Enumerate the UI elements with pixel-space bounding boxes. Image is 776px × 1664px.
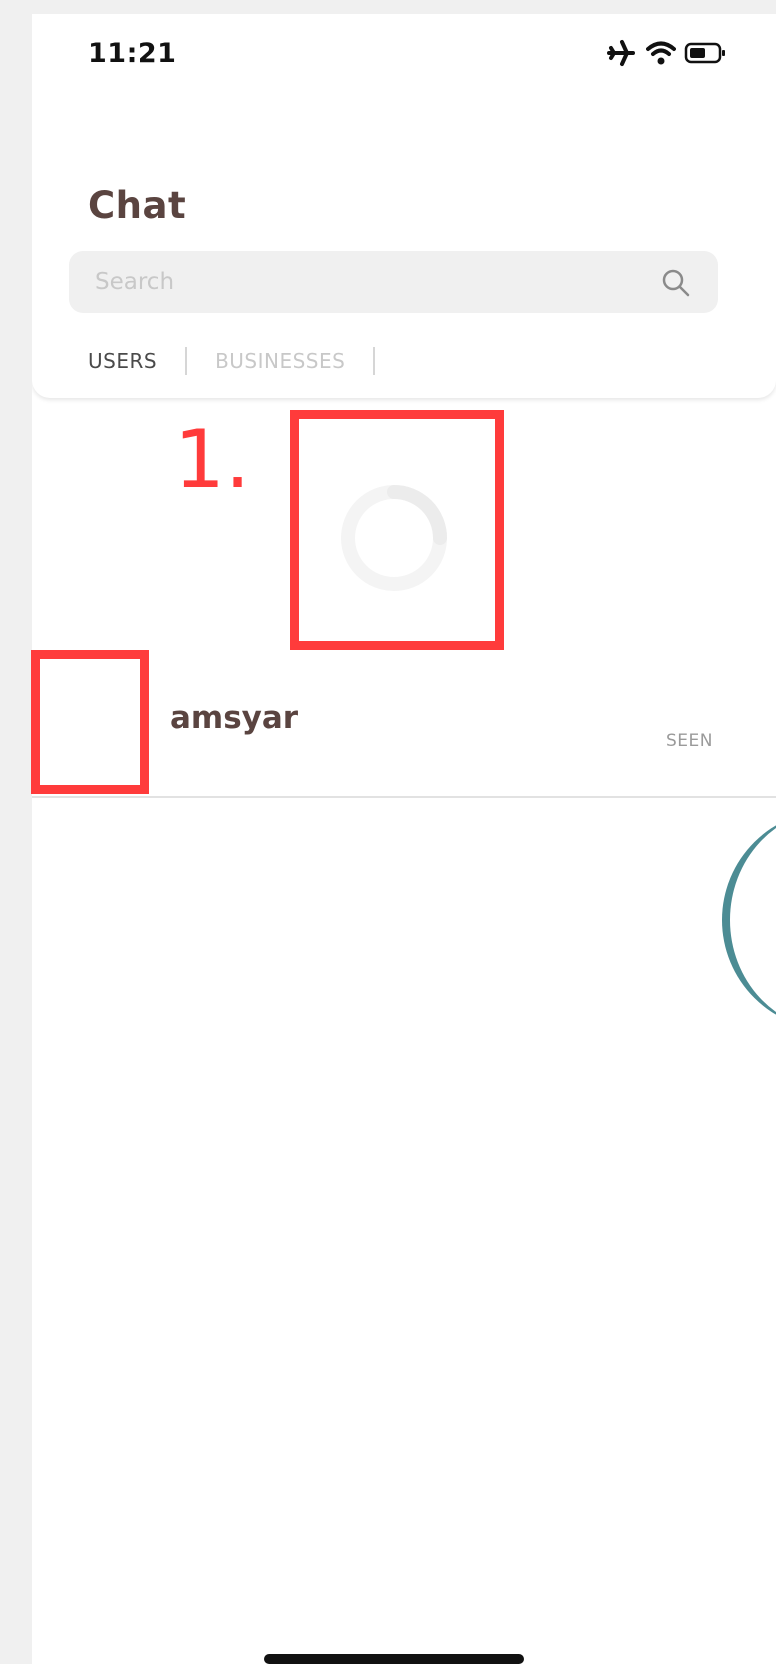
floating-action-button[interactable] bbox=[722, 810, 776, 1030]
page-title: Chat bbox=[88, 184, 187, 227]
tab-users[interactable]: USERS bbox=[88, 349, 157, 373]
battery-icon bbox=[684, 41, 726, 70]
search-bar[interactable] bbox=[69, 251, 718, 313]
status-bar-icons bbox=[606, 39, 726, 72]
header-card: 11:21 Chat Search USERS BUSINESSES bbox=[32, 14, 776, 398]
wifi-icon bbox=[646, 40, 676, 71]
status-bar-time: 11:21 bbox=[88, 38, 177, 69]
tab-businesses[interactable]: BUSINESSES bbox=[215, 349, 345, 373]
phone-screen: 11:21 Chat Search USERS BUSINESSES amsya… bbox=[32, 14, 776, 1664]
contact-name: amsyar bbox=[170, 700, 299, 736]
tab-divider bbox=[373, 347, 376, 375]
annotation-label-2: . bbox=[0, 650, 4, 714]
search-input[interactable] bbox=[95, 251, 635, 313]
airplane-icon bbox=[606, 39, 636, 72]
read-status: SEEN bbox=[666, 731, 713, 751]
tab-divider bbox=[185, 347, 188, 375]
annotation-box-1 bbox=[290, 410, 504, 650]
annotation-label-1: 1. bbox=[174, 413, 251, 506]
search-icon[interactable] bbox=[661, 268, 691, 303]
annotation-box-2 bbox=[31, 650, 149, 794]
home-indicator bbox=[264, 1654, 524, 1664]
chat-tabs: USERS BUSINESSES bbox=[88, 346, 403, 376]
